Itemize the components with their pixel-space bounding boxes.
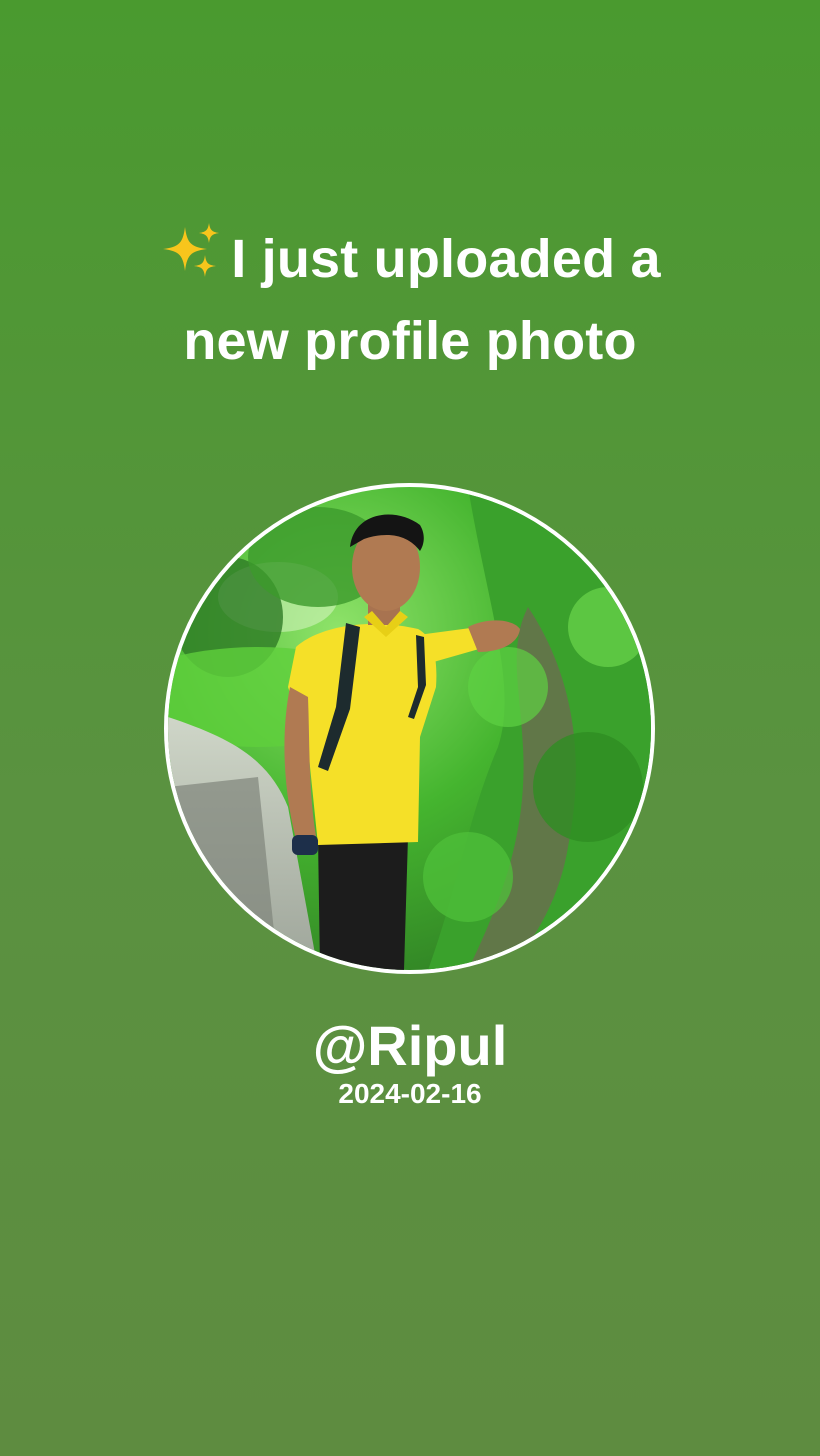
post-date: 2024-02-16 <box>338 1078 482 1109</box>
profile-photo-frame <box>164 483 655 974</box>
profile-photo <box>168 487 651 970</box>
username: @Ripul <box>312 1014 508 1077</box>
headline-line-2: new profile photo <box>183 311 637 371</box>
sparkles-icon <box>159 221 223 281</box>
headline-line-1: I just uploaded a <box>231 229 661 289</box>
headline: I just uploaded a new profile photo <box>60 218 760 382</box>
